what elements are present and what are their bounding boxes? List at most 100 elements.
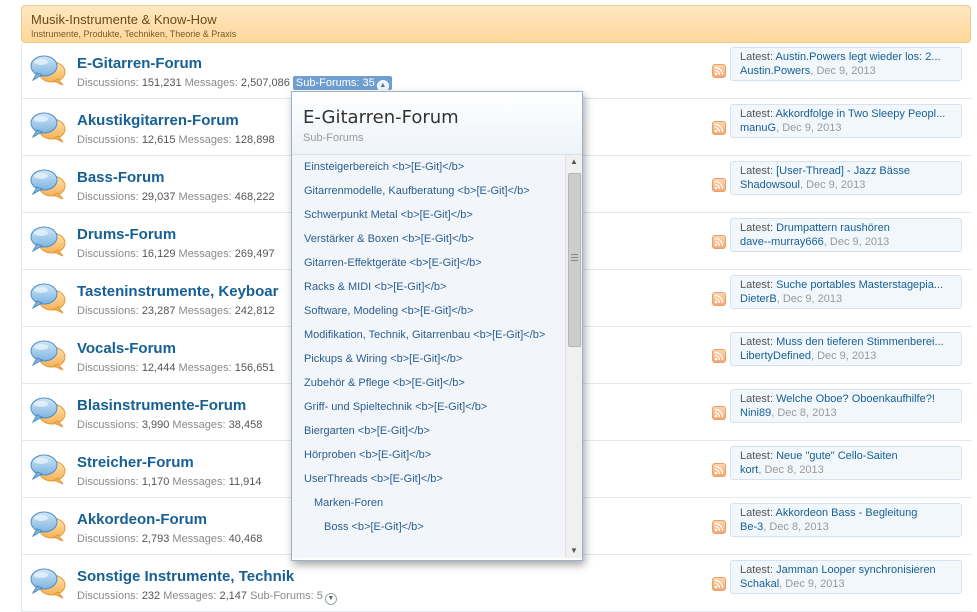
latest-user-link[interactable]: Austin.Powers (740, 65, 810, 77)
latest-thread-link[interactable]: Akkordeon Bass - Begleitung (775, 507, 917, 519)
forum-bubble-icon[interactable] (30, 396, 66, 428)
messages-count: 2,507,086 (240, 77, 290, 89)
subforum-link[interactable]: Pickups & Wiring <b>[E-Git]</b> (292, 347, 565, 371)
forum-title-link[interactable]: Drums-Forum (77, 226, 176, 243)
subforum-link[interactable]: Hörproben <b>[E-Git]</b> (292, 443, 565, 467)
latest-thread-link[interactable]: Jamman Looper synchronisieren (776, 564, 936, 576)
latest-user-link[interactable]: Schakal (740, 578, 779, 590)
rss-feed-icon[interactable] (712, 349, 726, 363)
latest-user-link[interactable]: kort (740, 464, 758, 476)
forum-stats: Discussions: 3,990 Messages: 38,458 (77, 419, 263, 431)
discussions-count: 232 (141, 590, 161, 602)
forum-title-link[interactable]: E-Gitarren-Forum (77, 55, 202, 72)
rss-feed-icon[interactable] (712, 577, 726, 591)
latest-user-link[interactable]: manuG (740, 122, 776, 134)
latest-thread-link[interactable]: Neue "gute" Cello-Saiten (776, 450, 898, 462)
forum-title-link[interactable]: Streicher-Forum (77, 454, 194, 471)
subforum-link[interactable]: Racks & MIDI <b>[E-Git]</b> (292, 275, 565, 299)
popup-title[interactable]: E-Gitarren-Forum (303, 107, 459, 128)
scroll-thumb[interactable] (568, 173, 581, 347)
forum-title-link[interactable]: Akustikgitarren-Forum (77, 112, 239, 129)
popup-subforum-list: Einsteigerbereich <b>[E-Git]</b> Gitarren… (292, 155, 565, 558)
subforums-popup: E-Gitarren-Forum Sub-Forums Einsteigerbe… (291, 91, 583, 561)
latest-post-box: Latest: Austin.Powers legt wieder los: 2… (730, 47, 962, 81)
forum-bubble-icon[interactable] (30, 282, 66, 314)
forum-title-link[interactable]: Sonstige Instrumente, Technik (77, 568, 294, 585)
discussions-count: 12,615 (141, 134, 176, 146)
subforums-toggle[interactable]: Sub-Forums: 35 ▲ (292, 76, 392, 92)
forum-title-link[interactable]: Tasteninstrumente, Keyboar (77, 283, 278, 300)
subforum-link[interactable]: Gitarren-Effektgeräte <b>[E-Git]</b> (292, 251, 565, 275)
popup-scrollbar[interactable]: ▲ ▼ (565, 155, 582, 558)
messages-count: 2,147 (219, 590, 248, 602)
latest-thread-link[interactable]: Welche Oboe? Oboenkaufhilfe?! (776, 393, 935, 405)
latest-date: Dec 9, 2013 (816, 65, 876, 77)
subforum-link[interactable]: Zubehör & Pflege <b>[E-Git]</b> (292, 371, 565, 395)
latest-thread-link[interactable]: Akkordfolge in Two Sleepy Peopl... (775, 108, 945, 120)
subforums-toggle[interactable]: Sub-Forums: 5 ▼ (250, 590, 337, 605)
forum-title-link[interactable]: Vocals-Forum (77, 340, 176, 357)
rss-feed-icon[interactable] (712, 292, 726, 306)
forum-bubble-icon[interactable] (30, 225, 66, 257)
subforum-link[interactable]: Biergarten <b>[E-Git]</b> (292, 419, 565, 443)
discussions-count: 29,037 (141, 191, 176, 203)
scroll-up-arrow-icon[interactable]: ▲ (566, 155, 582, 169)
forum-title-link[interactable]: Bass-Forum (77, 169, 165, 186)
forum-bubble-icon[interactable] (30, 510, 66, 542)
latest-post-box: Latest: Akkordfolge in Two Sleepy Peopl.… (730, 104, 962, 138)
subforum-link[interactable]: Griff- und Spieltechnik <b>[E-Git]</b> (292, 395, 565, 419)
forum-stats: Discussions: 12,615 Messages: 128,898 (77, 134, 275, 146)
rss-feed-icon[interactable] (712, 406, 726, 420)
forum-bubble-icon[interactable] (30, 54, 66, 86)
rss-feed-icon[interactable] (712, 520, 726, 534)
rss-feed-icon[interactable] (712, 121, 726, 135)
subforum-link[interactable]: Schwerpunkt Metal <b>[E-Git]</b> (292, 203, 565, 227)
messages-count: 11,914 (228, 476, 262, 488)
latest-user-link[interactable]: Shadowsoul (740, 179, 800, 191)
latest-user-link[interactable]: dave--murray666 (740, 236, 824, 248)
rss-feed-icon[interactable] (712, 64, 726, 78)
discussions-count: 16,129 (141, 248, 176, 260)
subforum-link[interactable]: Modifikation, Technik, Gitarrenbau <b>[E… (292, 323, 565, 347)
subforum-link[interactable]: Software, Modeling <b>[E-Git]</b> (292, 299, 565, 323)
subforum-link[interactable]: Gitarrenmodelle, Kaufberatung <b>[E-Git]… (292, 179, 565, 203)
subforum-link[interactable]: UserThreads <b>[E-Git]</b> (292, 467, 565, 491)
subforum-link[interactable]: Verstärker & Boxen <b>[E-Git]</b> (292, 227, 565, 251)
forum-bubble-icon[interactable] (30, 453, 66, 485)
latest-thread-link[interactable]: Austin.Powers legt wieder los: 2... (775, 51, 940, 63)
messages-count: 38,458 (228, 419, 263, 431)
latest-post-box: Latest: Drumpattern raushören dave--murr… (730, 218, 962, 252)
forum-stats: Discussions: 16,129 Messages: 269,497 (77, 248, 275, 260)
chevron-icon[interactable]: ▼ (324, 593, 337, 605)
subforums-count: 35 (362, 77, 375, 89)
forum-bubble-icon[interactable] (30, 567, 66, 599)
latest-user-link[interactable]: LibertyDefined (740, 350, 811, 362)
category-title[interactable]: Musik-Instrumente & Know-How (31, 12, 970, 27)
latest-user-link[interactable]: Be-3 (740, 521, 763, 533)
forum-stats: Discussions: 29,037 Messages: 468,222 (77, 191, 275, 203)
messages-count: 269,497 (234, 248, 275, 260)
latest-thread-link[interactable]: Suche portables Masterstagepia... (776, 279, 943, 291)
rss-feed-icon[interactable] (712, 235, 726, 249)
latest-user-link[interactable]: Nini89 (740, 407, 771, 419)
rss-feed-icon[interactable] (712, 463, 726, 477)
forum-title-link[interactable]: Blasinstrumente-Forum (77, 397, 246, 414)
latest-thread-link[interactable]: [User-Thread] - Jazz Bässe (776, 165, 910, 177)
discussions-count: 151,231 (141, 77, 182, 89)
latest-thread-link[interactable]: Drumpattern raushören (776, 222, 890, 234)
forum-title-link[interactable]: Akkordeon-Forum (77, 511, 207, 528)
subforum-link[interactable]: Boss <b>[E-Git]</b> (292, 515, 565, 539)
forum-bubble-icon[interactable] (30, 168, 66, 200)
category-header: Musik-Instrumente & Know-How Instrumente… (21, 5, 971, 43)
latest-post-box: Latest: Muss den tieferen Stimmenberei..… (730, 332, 962, 366)
latest-post-box: Latest: [User-Thread] - Jazz Bässe Shado… (730, 161, 962, 195)
forum-bubble-icon[interactable] (30, 111, 66, 143)
subforum-link[interactable]: Einsteigerbereich <b>[E-Git]</b> (292, 155, 565, 179)
category-description: Instrumente, Produkte, Techniken, Theori… (31, 29, 237, 39)
rss-feed-icon[interactable] (712, 178, 726, 192)
subforum-link[interactable]: Marken-Foren (292, 491, 565, 515)
forum-bubble-icon[interactable] (30, 339, 66, 371)
scroll-down-arrow-icon[interactable]: ▼ (566, 544, 582, 558)
latest-user-link[interactable]: DieterB (740, 293, 777, 305)
latest-thread-link[interactable]: Muss den tieferen Stimmenberei... (776, 336, 944, 348)
